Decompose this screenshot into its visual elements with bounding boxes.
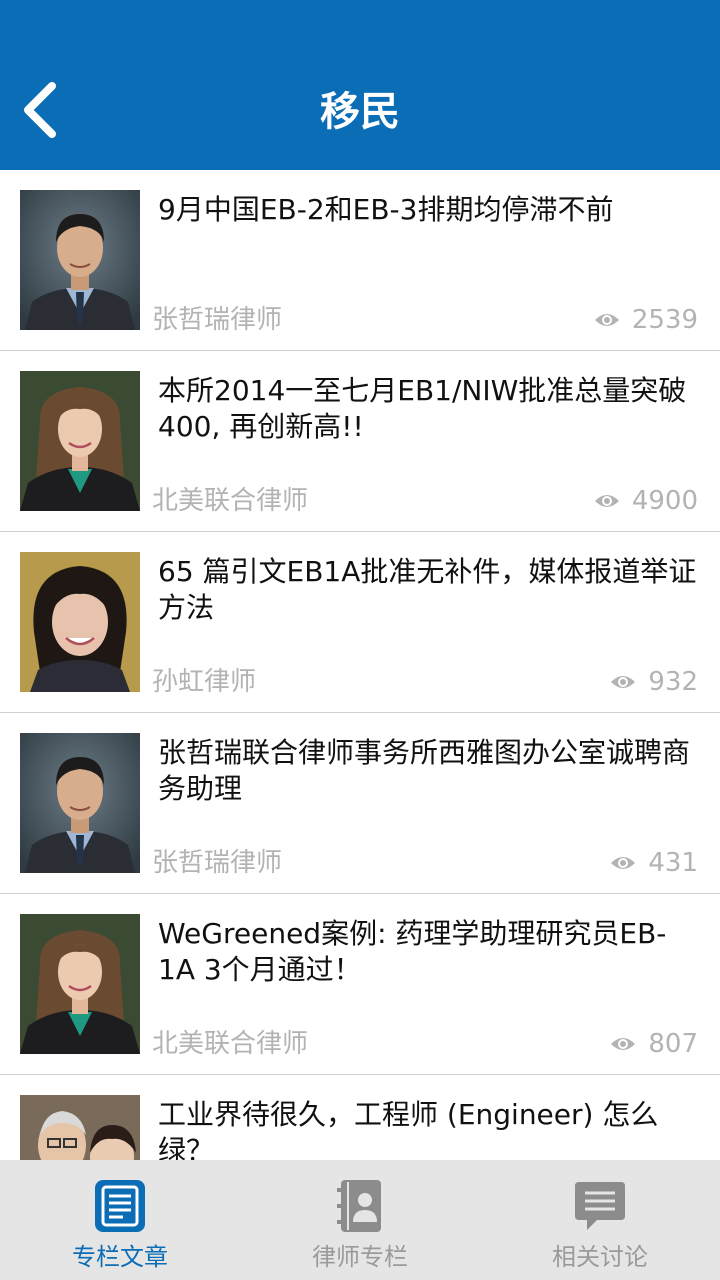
- view-count-value: 2539: [631, 305, 698, 335]
- article-title: 工业界待很久，工程师 (Engineer) 怎么绿？: [158, 1098, 659, 1160]
- eye-icon: [611, 1038, 636, 1050]
- tab-related-discussions[interactable]: 相关讨论: [480, 1160, 720, 1280]
- view-count-value: 807: [648, 1029, 698, 1059]
- article-item[interactable]: WeGreened案例: 药理学助理研究员EB-1A 3个月通过！ 北美联合律师…: [0, 894, 720, 1075]
- eye-icon: [594, 314, 619, 326]
- view-count-value: 4900: [631, 486, 698, 516]
- page-title: 移民: [320, 89, 400, 135]
- tab-column-articles[interactable]: 专栏文章: [0, 1160, 240, 1280]
- author-avatar: [20, 733, 140, 873]
- author-name: 北美联合律师: [152, 486, 309, 516]
- tab-lawyer-columns[interactable]: 律师专栏: [240, 1160, 480, 1280]
- author-name: 张哲瑞律师: [152, 305, 283, 335]
- article-item[interactable]: 65 篇引文EB1A批准无补件，媒体报道举证方法 孙虹律师 932: [0, 532, 720, 713]
- article-item[interactable]: 本所2014一至七月EB1/NIW批准总量突破400, 再创新高!! 北美联合律…: [0, 351, 720, 532]
- contact-book-icon: [333, 1178, 387, 1234]
- author-name: 北美联合律师: [152, 1029, 309, 1059]
- view-count: 4900: [594, 483, 698, 519]
- view-count-value: 431: [648, 848, 698, 878]
- article-title: 9月中国EB-2和EB-3排期均停滞不前: [158, 193, 614, 226]
- author-avatar: [20, 552, 140, 692]
- view-count: 431: [610, 845, 698, 881]
- author-name: 张哲瑞律师: [152, 848, 283, 878]
- view-count-value: 932: [648, 667, 698, 697]
- view-count: 932: [610, 664, 698, 700]
- tab-label: 律师专栏: [312, 1243, 408, 1271]
- eye-icon: [611, 857, 636, 869]
- eye-icon: [611, 676, 636, 688]
- author-name: 孙虹律师: [152, 667, 257, 697]
- author-avatar: [20, 1095, 140, 1160]
- author-avatar: [20, 914, 140, 1054]
- tab-label: 专栏文章: [72, 1243, 168, 1271]
- article-item[interactable]: 工业界待很久，工程师 (Engineer) 怎么绿？: [0, 1075, 720, 1160]
- article-item[interactable]: 9月中国EB-2和EB-3排期均停滞不前 张哲瑞律师 2539: [0, 170, 720, 351]
- document-icon: [93, 1178, 147, 1234]
- app-header: 移民: [0, 0, 720, 170]
- eye-icon: [594, 495, 619, 507]
- view-count: 2539: [594, 302, 698, 338]
- view-count: 807: [610, 1026, 698, 1062]
- article-title: WeGreened案例: 药理学助理研究员EB-1A 3个月通过！: [158, 917, 667, 986]
- article-item[interactable]: 张哲瑞联合律师事务所西雅图办公室诚聘商务助理 张哲瑞律师 431: [0, 713, 720, 894]
- article-title: 张哲瑞联合律师事务所西雅图办公室诚聘商务助理: [158, 736, 691, 805]
- author-avatar: [20, 371, 140, 511]
- bottom-tab-bar: 专栏文章 律师专栏 相关讨论: [0, 1160, 720, 1280]
- tab-label: 相关讨论: [552, 1243, 648, 1271]
- chat-bubble-icon: [573, 1178, 627, 1234]
- article-title: 65 篇引文EB1A批准无补件，媒体报道举证方法: [158, 555, 697, 624]
- author-avatar: [20, 190, 140, 330]
- article-list[interactable]: 9月中国EB-2和EB-3排期均停滞不前 张哲瑞律师 2539 本所2014一至…: [0, 170, 720, 1160]
- article-title: 本所2014一至七月EB1/NIW批准总量突破400, 再创新高!!: [158, 374, 687, 443]
